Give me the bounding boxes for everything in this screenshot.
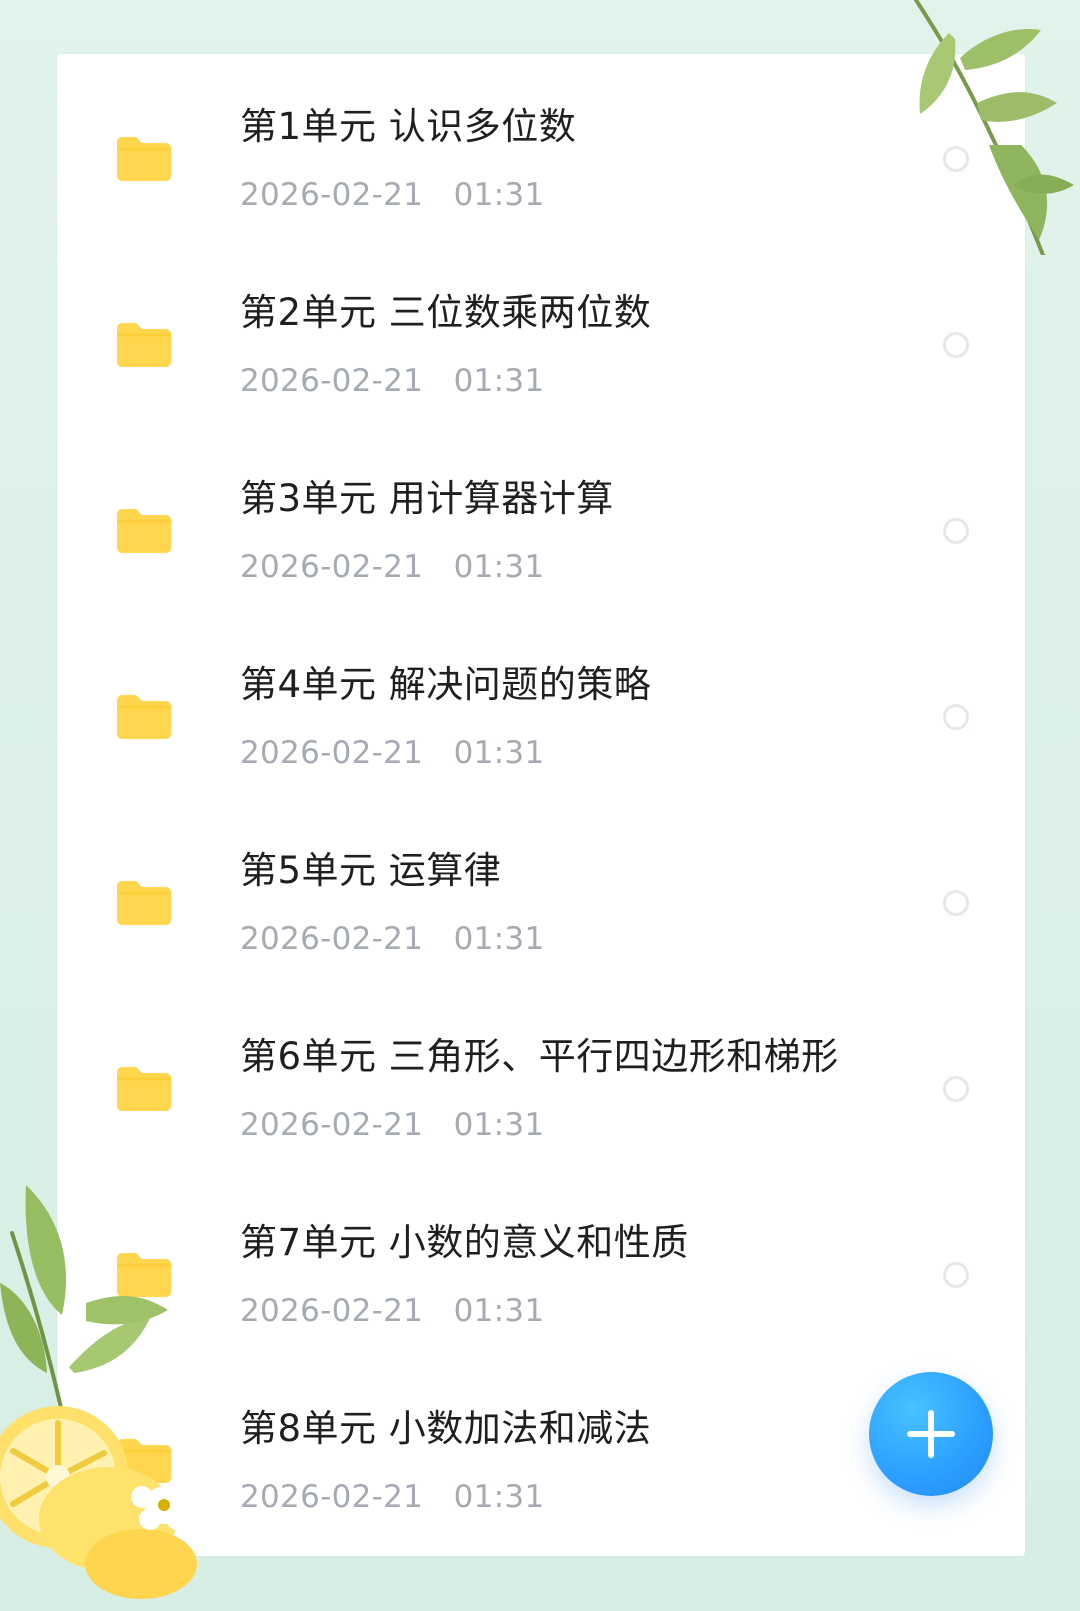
folder-title: 第3单元 用计算器计算 (240, 477, 614, 520)
folder-meta: 2026-02-21 01:31 (240, 364, 544, 398)
folder-time: 01:31 (453, 363, 545, 399)
folder-date: 2026-02-21 (240, 921, 424, 957)
folder-icon (117, 137, 171, 181)
folder-icon (117, 1067, 171, 1111)
folder-row[interactable]: 第5单元 运算律 2026-02-21 01:31 (57, 798, 1025, 984)
folder-title: 第7单元 小数的意义和性质 (240, 1221, 689, 1264)
folder-meta: 2026-02-21 01:31 (240, 550, 544, 584)
folder-meta: 2026-02-21 01:31 (240, 1108, 544, 1142)
folder-time: 01:31 (453, 549, 545, 585)
folder-date: 2026-02-21 (240, 1479, 424, 1515)
folder-icon (117, 509, 171, 553)
folder-title: 第8单元 小数加法和减法 (240, 1407, 652, 1450)
folder-row[interactable]: 第6单元 三角形、平行四边形和梯形 2026-02-21 01:31 (57, 984, 1025, 1170)
folder-time: 01:31 (453, 1107, 545, 1143)
folder-title: 第5单元 运算律 (240, 849, 502, 892)
folder-icon (117, 323, 171, 367)
folder-meta: 2026-02-21 01:31 (240, 1294, 544, 1328)
folder-date: 2026-02-21 (240, 1107, 424, 1143)
folder-list-card: 第1单元 认识多位数 2026-02-21 01:31 第2单元 三位数乘两位数… (57, 54, 1025, 1556)
folder-title: 第4单元 解决问题的策略 (240, 663, 652, 706)
selection-radio[interactable] (943, 146, 969, 172)
folder-date: 2026-02-21 (240, 1293, 424, 1329)
folder-icon (117, 881, 171, 925)
folder-time: 01:31 (453, 735, 545, 771)
folder-meta: 2026-02-21 01:31 (240, 178, 544, 212)
folder-time: 01:31 (453, 177, 545, 213)
folder-date: 2026-02-21 (240, 735, 424, 771)
selection-radio[interactable] (943, 704, 969, 730)
folder-meta: 2026-02-21 01:31 (240, 1480, 544, 1514)
folder-row[interactable]: 第2单元 三位数乘两位数 2026-02-21 01:31 (57, 240, 1025, 426)
folder-date: 2026-02-21 (240, 177, 424, 213)
folder-title: 第1单元 认识多位数 (240, 105, 577, 148)
folder-icon (117, 1439, 171, 1483)
folder-date: 2026-02-21 (240, 363, 424, 399)
selection-radio[interactable] (943, 518, 969, 544)
folder-time: 01:31 (453, 1293, 545, 1329)
folder-icon (117, 695, 171, 739)
folder-row[interactable]: 第4单元 解决问题的策略 2026-02-21 01:31 (57, 612, 1025, 798)
add-button[interactable] (869, 1372, 993, 1496)
selection-radio[interactable] (943, 1076, 969, 1102)
folder-row[interactable]: 第7单元 小数的意义和性质 2026-02-21 01:31 (57, 1170, 1025, 1356)
selection-radio[interactable] (943, 890, 969, 916)
folder-icon (117, 1253, 171, 1297)
selection-radio[interactable] (943, 332, 969, 358)
selection-radio[interactable] (943, 1262, 969, 1288)
folder-title: 第2单元 三位数乘两位数 (240, 291, 652, 334)
folder-meta: 2026-02-21 01:31 (240, 922, 544, 956)
folder-time: 01:31 (453, 1479, 545, 1515)
folder-title: 第6单元 三角形、平行四边形和梯形 (240, 1035, 839, 1078)
folder-meta: 2026-02-21 01:31 (240, 736, 544, 770)
folder-time: 01:31 (453, 921, 545, 957)
plus-icon (907, 1410, 955, 1458)
folder-row[interactable]: 第1单元 认识多位数 2026-02-21 01:31 (57, 54, 1025, 240)
folder-date: 2026-02-21 (240, 549, 424, 585)
folder-list: 第1单元 认识多位数 2026-02-21 01:31 第2单元 三位数乘两位数… (57, 54, 1025, 1542)
folder-row[interactable]: 第3单元 用计算器计算 2026-02-21 01:31 (57, 426, 1025, 612)
